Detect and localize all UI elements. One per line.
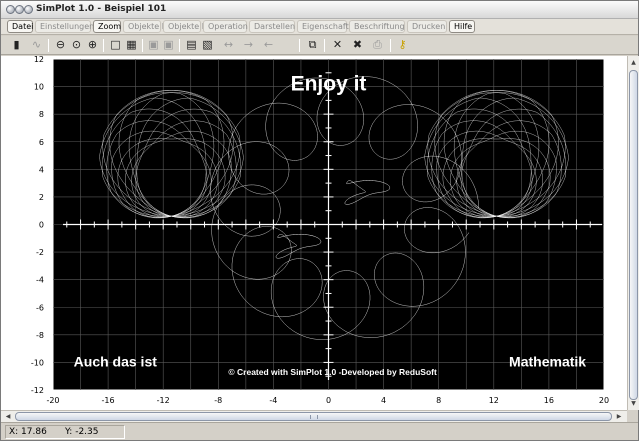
plot-area[interactable]: -20 -16 -12 -8 -4 0 4 8 12 16 20 12 10 8 6 4 2 0 -2 -4 -6 -8-… xyxy=(1,56,627,410)
x-tick-label: -20 xyxy=(46,396,59,405)
arrow-back-icon[interactable]: ← xyxy=(261,38,276,52)
table-icon[interactable]: ▤ xyxy=(184,38,199,52)
menu-item-objekte-ii[interactable]: Objekte II xyxy=(163,20,206,33)
menu-item-zoom[interactable]: Zoom xyxy=(93,20,121,33)
menu-item-drucken[interactable]: Drucken xyxy=(407,20,447,33)
y-tick-label: -2 xyxy=(36,248,44,257)
vertical-scrollbar[interactable]: ▲ ▼ xyxy=(627,56,639,410)
menu-item-eigenschaft[interactable]: Eigenschaft xyxy=(297,20,349,33)
plot-heading: Enjoy it xyxy=(291,73,367,96)
zoom-out-icon[interactable]: ⊙ xyxy=(69,38,84,52)
scroll-left-icon[interactable]: ◀ xyxy=(3,412,13,421)
plot-canvas[interactable]: -20 -16 -12 -8 -4 0 4 8 12 16 20121086420-2-4-6-8-… xyxy=(1,56,627,410)
image-icon[interactable]: ▧ xyxy=(200,38,215,52)
window-title: SimPlot 1.0 - Beispiel 101 xyxy=(36,4,167,14)
x-tick-label: -4 xyxy=(269,396,277,405)
y-tick-label: -8 xyxy=(36,331,44,340)
menu-item-darstellen[interactable]: Darstellen xyxy=(249,20,295,33)
x-tick-label: 20 xyxy=(599,396,609,405)
print-icon[interactable]: ⎙ xyxy=(370,38,385,52)
settings-alt-icon[interactable]: ▣ xyxy=(161,38,176,52)
y-tick-label: 6 xyxy=(39,138,44,147)
x-tick-label: -16 xyxy=(102,396,115,405)
y-tick-label: 0 xyxy=(39,221,44,230)
horizontal-scroll-thumb[interactable] xyxy=(15,412,612,421)
title-bar[interactable]: SimPlot 1.0 - Beispiel 101 xyxy=(1,1,638,19)
vertical-scroll-thumb[interactable] xyxy=(629,70,638,400)
zoom-in-icon[interactable]: ⊕ xyxy=(85,38,100,52)
y-tick-label: -6 xyxy=(36,303,44,312)
y-tick-label: -12 xyxy=(31,386,44,395)
app-window: SimPlot 1.0 - Beispiel 101 Datei Einstell… xyxy=(0,0,639,441)
scroll-down-icon[interactable]: ▼ xyxy=(629,399,638,409)
grid-small-icon[interactable]: ▦ xyxy=(124,38,139,52)
plot-right-text: Mathematik xyxy=(509,354,586,370)
x-tick-label: 16 xyxy=(544,396,554,405)
x-tick-label: 0 xyxy=(326,396,331,405)
status-bar: X: 17.86 Y: -2.35 xyxy=(1,422,638,440)
status-y-coordinate: Y: -2.35 xyxy=(65,427,99,437)
settings-icon[interactable]: ▣ xyxy=(146,38,161,52)
x-tick-label: 12 xyxy=(489,396,499,405)
status-x-coordinate: X: 17.86 xyxy=(9,427,47,437)
copy-icon[interactable]: ⧉ xyxy=(305,38,320,52)
y-tick-label: 12 xyxy=(34,56,44,64)
menu-bar: Datei Einstellungen Zoom Objekte I Objekte I… xyxy=(1,19,638,35)
cross-icon[interactable]: ✕ xyxy=(330,38,345,52)
x-tick-label: -12 xyxy=(157,396,170,405)
close-window-icon[interactable] xyxy=(6,5,15,14)
y-tick-label: 2 xyxy=(39,193,44,202)
y-tick-label: 4 xyxy=(39,165,44,174)
curve-icon[interactable]: ∿ xyxy=(29,38,44,52)
menu-item-objekte-i[interactable]: Objekte I xyxy=(123,20,164,33)
box-icon[interactable]: □ xyxy=(108,38,123,52)
arrow-left-icon[interactable]: ↔ xyxy=(221,38,236,52)
y-tick-label: -4 xyxy=(36,276,44,285)
scroll-right-icon[interactable]: ▶ xyxy=(614,412,624,421)
zoom-icon[interactable]: ⊖ xyxy=(53,38,68,52)
menu-item-operation[interactable]: Operation xyxy=(203,20,248,33)
menu-item-datei[interactable]: Datei xyxy=(7,20,33,33)
horizontal-scrollbar[interactable]: ◀ ▶ xyxy=(1,410,627,422)
plot-credit: © Created with SimPlot 1.0 -Developed by… xyxy=(228,367,437,377)
y-tick-label: 10 xyxy=(34,83,44,92)
menu-item-beschriftung[interactable]: Beschriftung xyxy=(349,20,405,33)
x-tick-label: 4 xyxy=(381,396,386,405)
plot-left-text: Auch das ist xyxy=(74,354,158,370)
delete-icon[interactable]: ✖ xyxy=(350,38,365,52)
x-tick-label: -8 xyxy=(214,396,222,405)
arrow-right-icon[interactable]: → xyxy=(241,38,256,52)
x-tick-label: 8 xyxy=(436,396,441,405)
calculator-icon[interactable]: ▮ xyxy=(9,38,24,52)
menu-item-einstellungen[interactable]: Einstellungen xyxy=(35,20,94,33)
toolbar: ▮ ∿ ⊖ ⊙ ⊕ □ ▦ ▣ ▣ ▤ ▧ ↔ → ← ⧉ ✕ ✖ ⎙ ⚷ xyxy=(1,36,638,55)
y-tick-label: -10 xyxy=(31,358,44,367)
y-tick-label: 8 xyxy=(39,110,44,119)
maximize-window-icon[interactable] xyxy=(24,5,33,14)
scroll-up-icon[interactable]: ▲ xyxy=(629,58,638,68)
help-key-icon[interactable]: ⚷ xyxy=(395,38,410,52)
scroll-grip-icon xyxy=(310,415,318,419)
menu-item-hilfe[interactable]: Hilfe xyxy=(449,20,475,33)
minimize-window-icon[interactable] xyxy=(15,5,24,14)
